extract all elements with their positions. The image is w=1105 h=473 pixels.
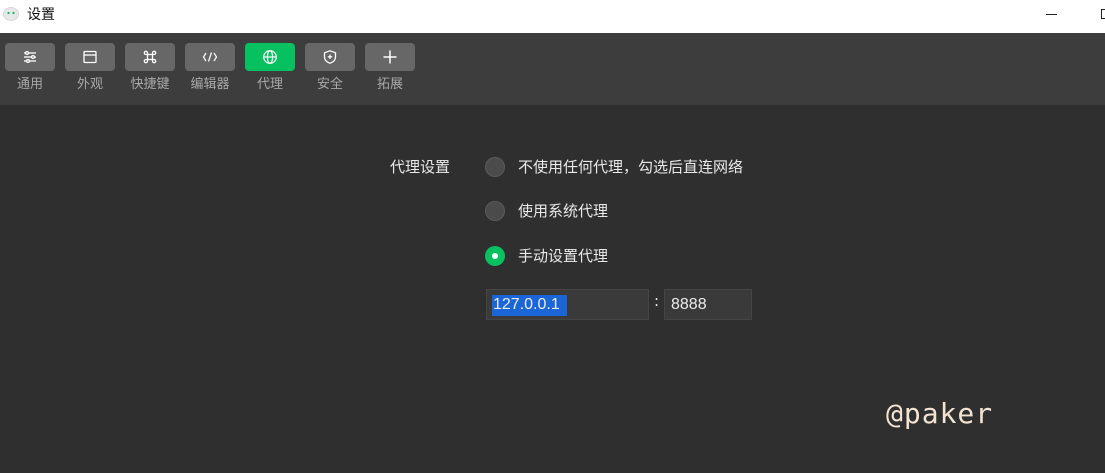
- host-port-separator: :: [654, 292, 660, 310]
- radio-system-proxy[interactable]: 使用系统代理: [485, 201, 645, 223]
- radio-manual-proxy[interactable]: 手动设置代理: [485, 246, 645, 268]
- proxy-port-field[interactable]: [664, 289, 752, 320]
- tab-shortcuts[interactable]: 快捷键: [125, 43, 175, 101]
- tab-appearance[interactable]: 外观: [65, 43, 115, 101]
- radio-button[interactable]: [485, 157, 505, 177]
- code-icon: [202, 52, 218, 62]
- window-title: 设置: [27, 7, 55, 23]
- title-bar: 设置: [0, 0, 1105, 33]
- tab-label: 拓展: [376, 77, 403, 92]
- plus-icon: [383, 50, 397, 64]
- proxy-host-field[interactable]: [486, 289, 649, 320]
- minimize-button[interactable]: [1038, 0, 1066, 30]
- tab-proxy[interactable]: 代理: [245, 43, 295, 101]
- shield-icon: [323, 50, 337, 64]
- sliders-icon: [24, 50, 36, 64]
- radio-label: 手动设置代理: [518, 247, 609, 265]
- proxy-port-input[interactable]: [665, 290, 751, 319]
- radio-label: 使用系统代理: [518, 202, 609, 220]
- radio-no-proxy[interactable]: 不使用任何代理，勾选后直连网络: [485, 157, 805, 179]
- tab-label: 安全: [316, 77, 343, 92]
- proxy-host-input[interactable]: [487, 290, 648, 319]
- tab-extensions[interactable]: 拓展: [365, 43, 415, 101]
- tab-label: 代理: [256, 77, 283, 92]
- proxy-settings-label: 代理设置: [390, 158, 451, 176]
- wechat-devtools-icon: [3, 7, 19, 21]
- command-icon: [143, 50, 157, 64]
- globe-icon: [263, 50, 277, 64]
- watermark: @paker: [886, 397, 994, 430]
- maximize-button[interactable]: [1094, 0, 1105, 30]
- tab-label: 通用: [16, 77, 43, 92]
- radio-button-checked[interactable]: [485, 246, 505, 266]
- window-icon: [83, 50, 97, 64]
- tab-general[interactable]: 通用: [5, 43, 55, 101]
- radio-button[interactable]: [485, 201, 505, 221]
- tab-editor[interactable]: 编辑器: [185, 43, 235, 101]
- tab-label: 外观: [76, 77, 103, 92]
- tab-security[interactable]: 安全: [305, 43, 355, 101]
- tab-label: 快捷键: [130, 77, 170, 92]
- tab-label: 编辑器: [190, 77, 230, 92]
- radio-label: 不使用任何代理，勾选后直连网络: [518, 158, 744, 176]
- settings-toolbar: 通用 外观 快捷键 编辑器 代理 安全 拓展: [0, 33, 1105, 105]
